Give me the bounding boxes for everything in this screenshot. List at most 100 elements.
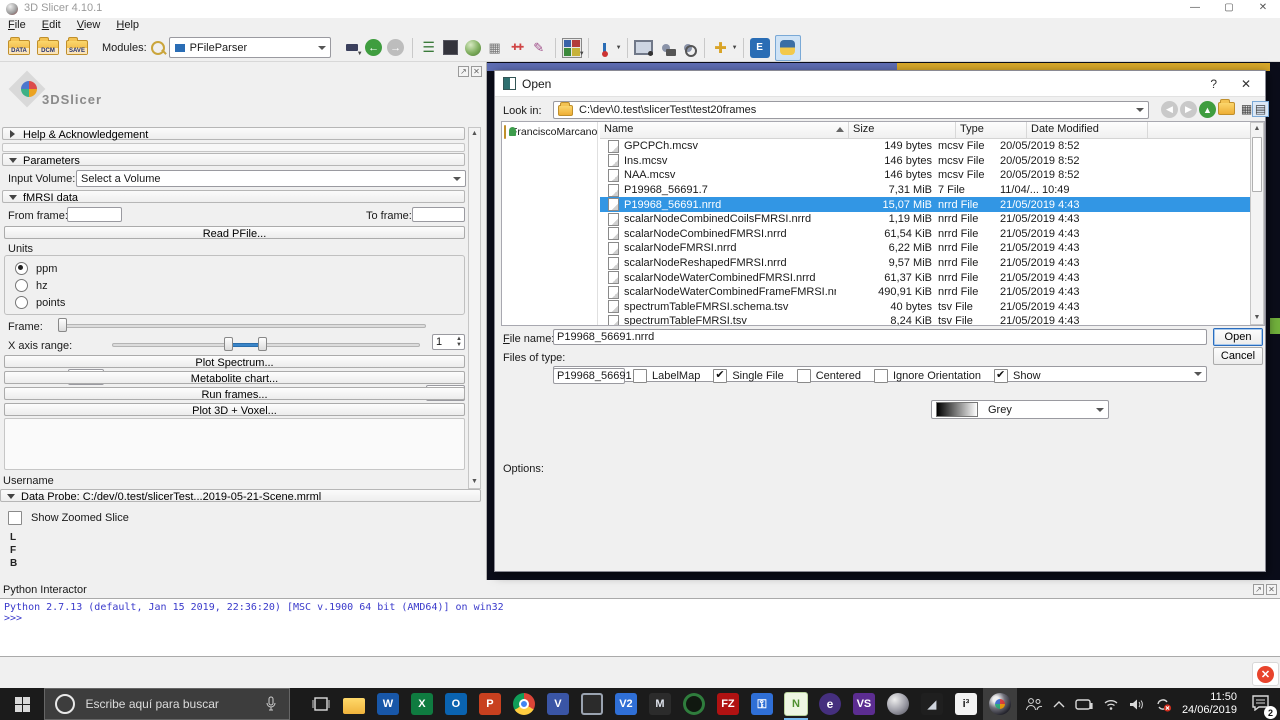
module-search-icon[interactable]	[147, 37, 169, 59]
taskbar-app-icon[interactable]: ◢	[915, 688, 949, 720]
menu-item[interactable]: Help	[108, 18, 147, 32]
output-text-area[interactable]	[4, 418, 465, 470]
taskbar-app-icon[interactable]: W	[371, 688, 405, 720]
file-row[interactable]: P19968_56691.7 7,31 MiB 7 File 11/04/...…	[600, 183, 1250, 198]
option-checkbox[interactable]: Ignore Orientation	[874, 369, 981, 383]
close-icon[interactable]: ✕	[1246, 2, 1280, 13]
file-row[interactable]: spectrumTableFMRSI.tsv 8,24 KiB tsv File…	[600, 314, 1250, 325]
taskbar-app-icon[interactable]: VS	[847, 688, 881, 720]
file-row[interactable]: scalarNodeCombinedFMRSI.nrrd 61,54 KiB n…	[600, 227, 1250, 242]
xaxis-handle-high[interactable]	[258, 337, 267, 351]
start-button[interactable]	[0, 688, 44, 720]
frame-spinbox[interactable]: 1▲▼	[432, 334, 465, 350]
frame-slider[interactable]	[58, 324, 426, 328]
unit-radio[interactable]: ppm	[15, 262, 464, 275]
maximize-icon[interactable]: ▢	[1212, 2, 1246, 13]
file-row[interactable]: Ins.mcsv 146 bytes mcsv File 20/05/2019 …	[600, 154, 1250, 169]
unit-radio[interactable]: hz	[15, 279, 464, 292]
frame-slider-handle[interactable]	[58, 318, 67, 332]
file-name-input[interactable]: P19968_56691.nrrd	[553, 329, 1207, 345]
taskbar-app-icon[interactable]	[677, 688, 711, 720]
column-header-date[interactable]: Date Modified	[1027, 122, 1148, 138]
taskbar-app-icon[interactable]	[779, 688, 813, 720]
undock-panel-icon[interactable]: ↗	[458, 66, 469, 77]
detail-view-icon[interactable]: ▤	[1252, 101, 1269, 117]
option-checkbox[interactable]: Single File	[713, 369, 783, 383]
colormap-combo[interactable]: Grey	[931, 400, 1109, 419]
file-row[interactable]: scalarNodeFMRSI.nrrd 6,22 MiB nrrd File …	[600, 241, 1250, 256]
action-button[interactable]: Plot 3D + Voxel...	[4, 403, 465, 416]
xaxis-handle-low[interactable]	[224, 337, 233, 351]
notification-center-icon[interactable]: 2	[1251, 694, 1270, 714]
file-row[interactable]: spectrumTableFMRSI.schema.tsv 40 bytes t…	[600, 300, 1250, 315]
screenshot-icon[interactable]	[633, 37, 655, 59]
new-folder-icon[interactable]	[1218, 102, 1235, 115]
volume-icon[interactable]	[1129, 698, 1145, 711]
task-view-icon[interactable]	[304, 688, 337, 720]
open-button[interactable]: Open	[1213, 328, 1263, 346]
wifi-icon[interactable]	[1103, 698, 1119, 710]
taskbar-app-icon[interactable]: i³	[949, 688, 983, 720]
option-checkbox[interactable]: Centered	[797, 369, 861, 383]
taskbar-app-icon[interactable]: O	[439, 688, 473, 720]
taskbar-app-icon[interactable]: V	[541, 688, 575, 720]
action-button[interactable]: Run frames...	[4, 387, 465, 400]
panel-scrollbar[interactable]: ▲ ▼	[468, 127, 481, 489]
cube-icon[interactable]	[440, 37, 462, 59]
file-list-scrollbar[interactable]: ▲ ▼	[1250, 122, 1264, 325]
minimize-icon[interactable]: —	[1178, 2, 1212, 13]
back-icon[interactable]: ◀	[1161, 101, 1178, 118]
module-history-icon[interactable]: ▼	[341, 37, 363, 59]
people-icon[interactable]	[1025, 697, 1043, 711]
dialog-help-icon[interactable]: ?	[1210, 77, 1217, 91]
fiducial-icon[interactable]: ✚✚	[506, 37, 528, 59]
taskbar-app-icon[interactable]: V2	[609, 688, 643, 720]
volume-grid-icon[interactable]: ▦	[484, 37, 506, 59]
cancel-button[interactable]: Cancel	[1213, 347, 1263, 365]
close-panel-icon[interactable]: ✕	[471, 66, 482, 77]
dialog-close-icon[interactable]: ✕	[1241, 77, 1251, 91]
menu-item[interactable]: Edit	[34, 18, 69, 32]
back-icon[interactable]: ←	[363, 37, 385, 59]
annotate-icon[interactable]: ✎	[528, 37, 550, 59]
taskbar-app-icon[interactable]	[745, 688, 779, 720]
close-python-icon[interactable]: ✕	[1266, 584, 1277, 595]
option-checkbox[interactable]: Show	[994, 369, 1041, 383]
file-row[interactable]: scalarNodeReshapedFMRSI.nrrd 9,57 MiB nr…	[600, 256, 1250, 271]
microphone-icon[interactable]	[265, 696, 277, 712]
data-probe-header[interactable]: Data Probe: C:/dev/0.test/slicerTest...2…	[0, 489, 481, 502]
file-row[interactable]: GPCPCh.mcsv 149 bytes mcsv File 20/05/20…	[600, 139, 1250, 154]
scene-capture-icon[interactable]	[655, 37, 677, 59]
toolbar-load-icon[interactable]: DCM	[37, 37, 59, 59]
layout-icon[interactable]: ▼	[561, 37, 583, 59]
taskbar-app-icon[interactable]	[813, 688, 847, 720]
file-row[interactable]: scalarNodeCombinedCoilsFMRSI.nrrd 1,19 M…	[600, 212, 1250, 227]
taskbar-app-icon[interactable]	[575, 688, 609, 720]
taskbar-app-icon[interactable]	[337, 688, 371, 720]
toolbar-load-icon[interactable]: SAVE	[66, 37, 88, 59]
option-checkbox[interactable]: LabelMap	[633, 369, 700, 383]
input-volume-selector[interactable]: Select a Volume	[76, 170, 466, 187]
taskbar-app-icon[interactable]: X	[405, 688, 439, 720]
taskbar-app-icon[interactable]	[983, 688, 1017, 720]
node-name-input[interactable]: P19968_56691	[553, 368, 625, 384]
taskbar-app-icon[interactable]: M	[643, 688, 677, 720]
scene-view-icon[interactable]	[677, 37, 699, 59]
help-acknowledgement-header[interactable]: Help & Acknowledgement	[2, 127, 465, 140]
sidebar-place-item[interactable]: FranciscoMarcano	[502, 122, 597, 142]
python-interactor-icon[interactable]	[775, 35, 801, 61]
taskbar-clock[interactable]: 11:50 24/06/2019	[1182, 691, 1237, 717]
column-header-size[interactable]: Size	[849, 122, 956, 138]
taskbar-search[interactable]: Escribe aquí para buscar	[44, 688, 290, 720]
menu-item[interactable]: View	[69, 18, 109, 32]
chevron-up-icon[interactable]	[1053, 700, 1065, 708]
crosshair-icon[interactable]: ✚	[710, 37, 732, 59]
look-in-combo[interactable]: C:\dev\0.test\slicerTest\test20frames	[553, 101, 1149, 119]
column-header-type[interactable]: Type	[956, 122, 1027, 138]
show-zoomed-slice-checkbox[interactable]: Show Zoomed Slice	[8, 511, 129, 525]
taskbar-app-icon[interactable]: FZ	[711, 688, 745, 720]
undock-python-icon[interactable]: ↗	[1253, 584, 1264, 595]
taskbar-app-icon[interactable]: P	[473, 688, 507, 720]
module-selector[interactable]: PFileParser	[169, 37, 331, 58]
to-frame-input[interactable]	[412, 207, 465, 222]
